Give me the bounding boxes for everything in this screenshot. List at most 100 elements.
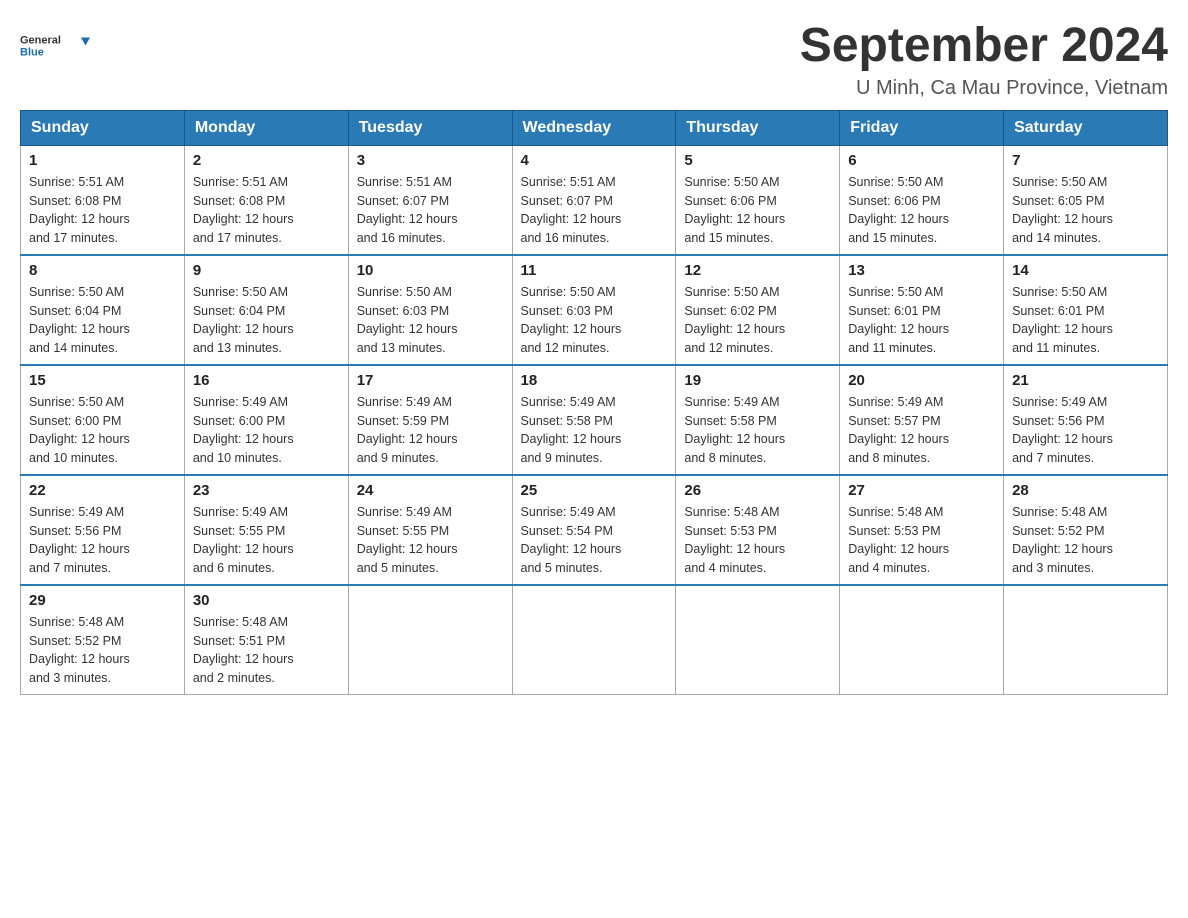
calendar-cell: 22 Sunrise: 5:49 AMSunset: 5:56 PMDaylig… [21,475,185,585]
day-info: Sunrise: 5:48 AMSunset: 5:53 PMDaylight:… [848,503,995,578]
calendar-week-4: 22 Sunrise: 5:49 AMSunset: 5:56 PMDaylig… [21,475,1168,585]
day-info: Sunrise: 5:49 AMSunset: 5:56 PMDaylight:… [29,503,176,578]
calendar-cell: 8 Sunrise: 5:50 AMSunset: 6:04 PMDayligh… [21,255,185,365]
calendar-cell: 20 Sunrise: 5:49 AMSunset: 5:57 PMDaylig… [840,365,1004,475]
day-info: Sunrise: 5:48 AMSunset: 5:52 PMDaylight:… [29,613,176,688]
calendar-cell: 1 Sunrise: 5:51 AMSunset: 6:08 PMDayligh… [21,145,185,255]
day-info: Sunrise: 5:50 AMSunset: 6:02 PMDaylight:… [684,283,831,358]
day-info: Sunrise: 5:49 AMSunset: 5:59 PMDaylight:… [357,393,504,468]
day-info: Sunrise: 5:50 AMSunset: 6:05 PMDaylight:… [1012,173,1159,248]
day-number: 1 [29,152,176,169]
calendar-cell: 21 Sunrise: 5:49 AMSunset: 5:56 PMDaylig… [1004,365,1168,475]
day-number: 29 [29,592,176,609]
day-number: 24 [357,482,504,499]
col-thursday: Thursday [676,110,840,145]
svg-text:General: General [20,35,61,47]
day-number: 7 [1012,152,1159,169]
day-info: Sunrise: 5:48 AMSunset: 5:52 PMDaylight:… [1012,503,1159,578]
calendar-cell: 13 Sunrise: 5:50 AMSunset: 6:01 PMDaylig… [840,255,1004,365]
day-info: Sunrise: 5:50 AMSunset: 6:01 PMDaylight:… [1012,283,1159,358]
calendar-cell [512,585,676,695]
day-number: 21 [1012,372,1159,389]
calendar-cell: 3 Sunrise: 5:51 AMSunset: 6:07 PMDayligh… [348,145,512,255]
col-wednesday: Wednesday [512,110,676,145]
calendar-cell: 14 Sunrise: 5:50 AMSunset: 6:01 PMDaylig… [1004,255,1168,365]
day-number: 2 [193,152,340,169]
day-number: 14 [1012,262,1159,279]
day-number: 3 [357,152,504,169]
calendar-table: Sunday Monday Tuesday Wednesday Thursday… [20,110,1168,695]
col-saturday: Saturday [1004,110,1168,145]
day-info: Sunrise: 5:50 AMSunset: 6:04 PMDaylight:… [29,283,176,358]
day-info: Sunrise: 5:50 AMSunset: 6:04 PMDaylight:… [193,283,340,358]
day-info: Sunrise: 5:50 AMSunset: 6:06 PMDaylight:… [848,173,995,248]
day-info: Sunrise: 5:49 AMSunset: 6:00 PMDaylight:… [193,393,340,468]
calendar-cell: 5 Sunrise: 5:50 AMSunset: 6:06 PMDayligh… [676,145,840,255]
calendar-title: September 2024 [800,20,1168,73]
day-number: 12 [684,262,831,279]
day-info: Sunrise: 5:48 AMSunset: 5:51 PMDaylight:… [193,613,340,688]
day-number: 20 [848,372,995,389]
day-number: 5 [684,152,831,169]
calendar-cell: 12 Sunrise: 5:50 AMSunset: 6:02 PMDaylig… [676,255,840,365]
day-number: 23 [193,482,340,499]
calendar-cell: 23 Sunrise: 5:49 AMSunset: 5:55 PMDaylig… [184,475,348,585]
day-number: 26 [684,482,831,499]
day-number: 6 [848,152,995,169]
day-number: 28 [1012,482,1159,499]
calendar-cell: 7 Sunrise: 5:50 AMSunset: 6:05 PMDayligh… [1004,145,1168,255]
calendar-cell [1004,585,1168,695]
day-info: Sunrise: 5:51 AMSunset: 6:08 PMDaylight:… [29,173,176,248]
calendar-cell: 4 Sunrise: 5:51 AMSunset: 6:07 PMDayligh… [512,145,676,255]
day-info: Sunrise: 5:50 AMSunset: 6:00 PMDaylight:… [29,393,176,468]
day-info: Sunrise: 5:49 AMSunset: 5:55 PMDaylight:… [193,503,340,578]
calendar-cell: 29 Sunrise: 5:48 AMSunset: 5:52 PMDaylig… [21,585,185,695]
svg-text:Blue: Blue [20,47,44,59]
day-number: 8 [29,262,176,279]
calendar-cell [840,585,1004,695]
day-number: 10 [357,262,504,279]
day-info: Sunrise: 5:49 AMSunset: 5:57 PMDaylight:… [848,393,995,468]
calendar-cell: 11 Sunrise: 5:50 AMSunset: 6:03 PMDaylig… [512,255,676,365]
day-number: 9 [193,262,340,279]
day-number: 25 [521,482,668,499]
col-friday: Friday [840,110,1004,145]
title-area: September 2024 U Minh, Ca Mau Province, … [800,20,1168,100]
day-info: Sunrise: 5:50 AMSunset: 6:01 PMDaylight:… [848,283,995,358]
day-number: 30 [193,592,340,609]
calendar-cell: 19 Sunrise: 5:49 AMSunset: 5:58 PMDaylig… [676,365,840,475]
calendar-cell: 27 Sunrise: 5:48 AMSunset: 5:53 PMDaylig… [840,475,1004,585]
col-tuesday: Tuesday [348,110,512,145]
calendar-week-5: 29 Sunrise: 5:48 AMSunset: 5:52 PMDaylig… [21,585,1168,695]
day-number: 16 [193,372,340,389]
day-number: 19 [684,372,831,389]
calendar-week-1: 1 Sunrise: 5:51 AMSunset: 6:08 PMDayligh… [21,145,1168,255]
calendar-header: Sunday Monday Tuesday Wednesday Thursday… [21,110,1168,145]
calendar-cell: 15 Sunrise: 5:50 AMSunset: 6:00 PMDaylig… [21,365,185,475]
day-number: 13 [848,262,995,279]
day-number: 15 [29,372,176,389]
day-number: 11 [521,262,668,279]
calendar-cell: 25 Sunrise: 5:49 AMSunset: 5:54 PMDaylig… [512,475,676,585]
day-info: Sunrise: 5:51 AMSunset: 6:07 PMDaylight:… [357,173,504,248]
calendar-cell: 24 Sunrise: 5:49 AMSunset: 5:55 PMDaylig… [348,475,512,585]
calendar-week-3: 15 Sunrise: 5:50 AMSunset: 6:00 PMDaylig… [21,365,1168,475]
day-info: Sunrise: 5:50 AMSunset: 6:03 PMDaylight:… [357,283,504,358]
col-monday: Monday [184,110,348,145]
logo: General Blue [20,20,100,70]
calendar-cell [676,585,840,695]
day-number: 18 [521,372,668,389]
day-info: Sunrise: 5:50 AMSunset: 6:03 PMDaylight:… [521,283,668,358]
calendar-cell: 6 Sunrise: 5:50 AMSunset: 6:06 PMDayligh… [840,145,1004,255]
day-info: Sunrise: 5:49 AMSunset: 5:54 PMDaylight:… [521,503,668,578]
calendar-cell: 2 Sunrise: 5:51 AMSunset: 6:08 PMDayligh… [184,145,348,255]
calendar-cell: 28 Sunrise: 5:48 AMSunset: 5:52 PMDaylig… [1004,475,1168,585]
day-number: 4 [521,152,668,169]
calendar-cell: 17 Sunrise: 5:49 AMSunset: 5:59 PMDaylig… [348,365,512,475]
page-header: General Blue September 2024 U Minh, Ca M… [20,20,1168,100]
col-sunday: Sunday [21,110,185,145]
day-info: Sunrise: 5:51 AMSunset: 6:07 PMDaylight:… [521,173,668,248]
day-number: 27 [848,482,995,499]
day-number: 22 [29,482,176,499]
day-info: Sunrise: 5:50 AMSunset: 6:06 PMDaylight:… [684,173,831,248]
